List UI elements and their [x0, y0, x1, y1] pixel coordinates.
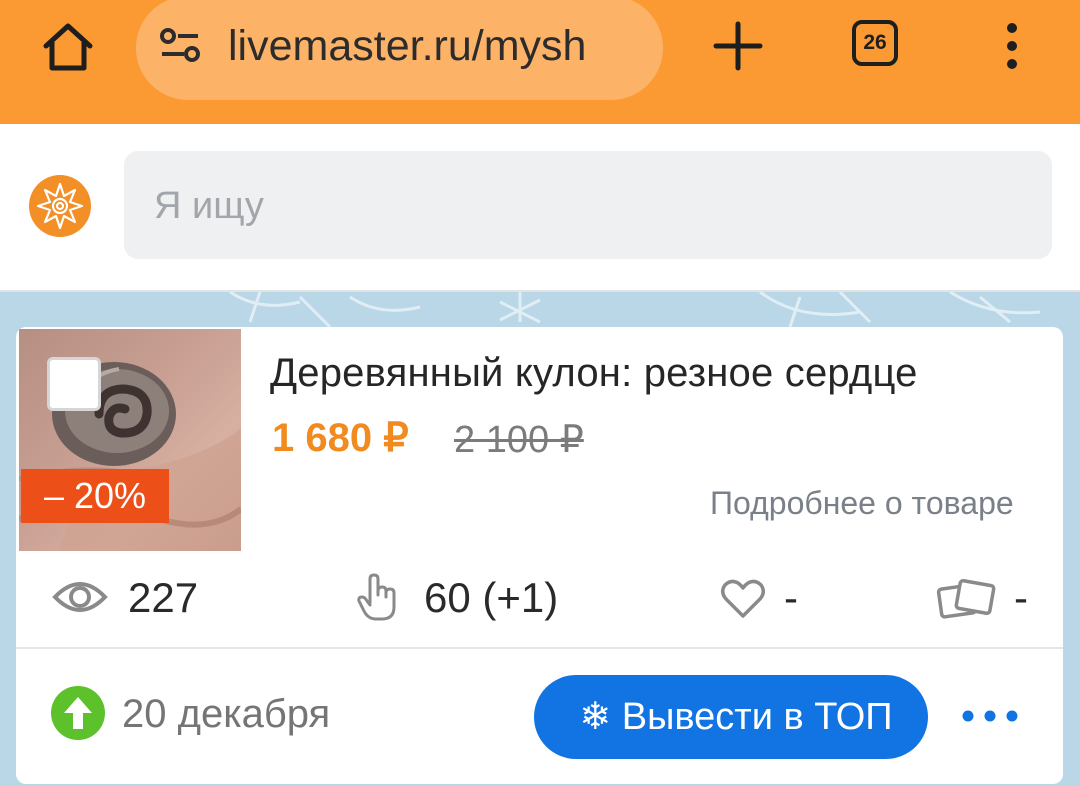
cards-icon[interactable] — [936, 577, 998, 621]
discount-badge: – 20% — [21, 469, 169, 523]
price-current: 1 680 ₽ — [272, 416, 409, 460]
pointer-hand-icon — [357, 573, 396, 621]
more-dots-icon[interactable] — [958, 699, 1022, 733]
card-divider — [16, 647, 1063, 649]
select-checkbox[interactable] — [47, 357, 101, 411]
clicks-count: 60 (+1) — [424, 574, 559, 621]
search-input[interactable] — [152, 179, 1016, 233]
site-header — [0, 124, 1080, 292]
boost-to-top-button[interactable]: ❄ Вывести в ТОП — [534, 675, 928, 759]
kebab-menu-icon — [1007, 23, 1017, 69]
eye-icon — [52, 582, 108, 612]
livemaster-sun-logo — [29, 175, 91, 237]
favorites-count: - — [784, 574, 798, 621]
arrow-up-circle-icon — [51, 686, 105, 740]
browser-toolbar: livemaster.ru/mysh 26 — [0, 0, 1080, 124]
address-bar[interactable]: livemaster.ru/mysh — [136, 0, 663, 100]
home-button[interactable] — [38, 20, 98, 76]
browser-menu-button[interactable] — [996, 16, 1028, 76]
heart-icon[interactable] — [720, 579, 766, 619]
site-logo[interactable] — [28, 174, 92, 238]
product-card: – 20% Деревянный кулон: резное сердце 1 … — [16, 327, 1063, 784]
views-count: 227 — [128, 574, 199, 621]
url-text[interactable]: livemaster.ru/mysh — [228, 18, 638, 74]
product-details-link[interactable]: Подробнее о товаре — [710, 485, 1014, 522]
stats-row: 227 60 (+1) - - — [16, 563, 1063, 633]
product-image[interactable]: – 20% — [19, 329, 241, 551]
new-tab-button[interactable] — [710, 18, 766, 74]
product-title[interactable]: Деревянный кулон: резное сердце — [270, 351, 918, 396]
search-box[interactable] — [124, 151, 1052, 259]
home-icon — [43, 23, 93, 71]
price-old: 2 100 ₽ — [454, 419, 584, 461]
cards-count: - — [1014, 574, 1028, 621]
listing-date: 20 декабря — [122, 692, 331, 736]
tabs-counter-button[interactable]: 26 — [852, 20, 898, 66]
plus-icon — [713, 21, 763, 71]
tune-icon[interactable] — [158, 24, 202, 68]
